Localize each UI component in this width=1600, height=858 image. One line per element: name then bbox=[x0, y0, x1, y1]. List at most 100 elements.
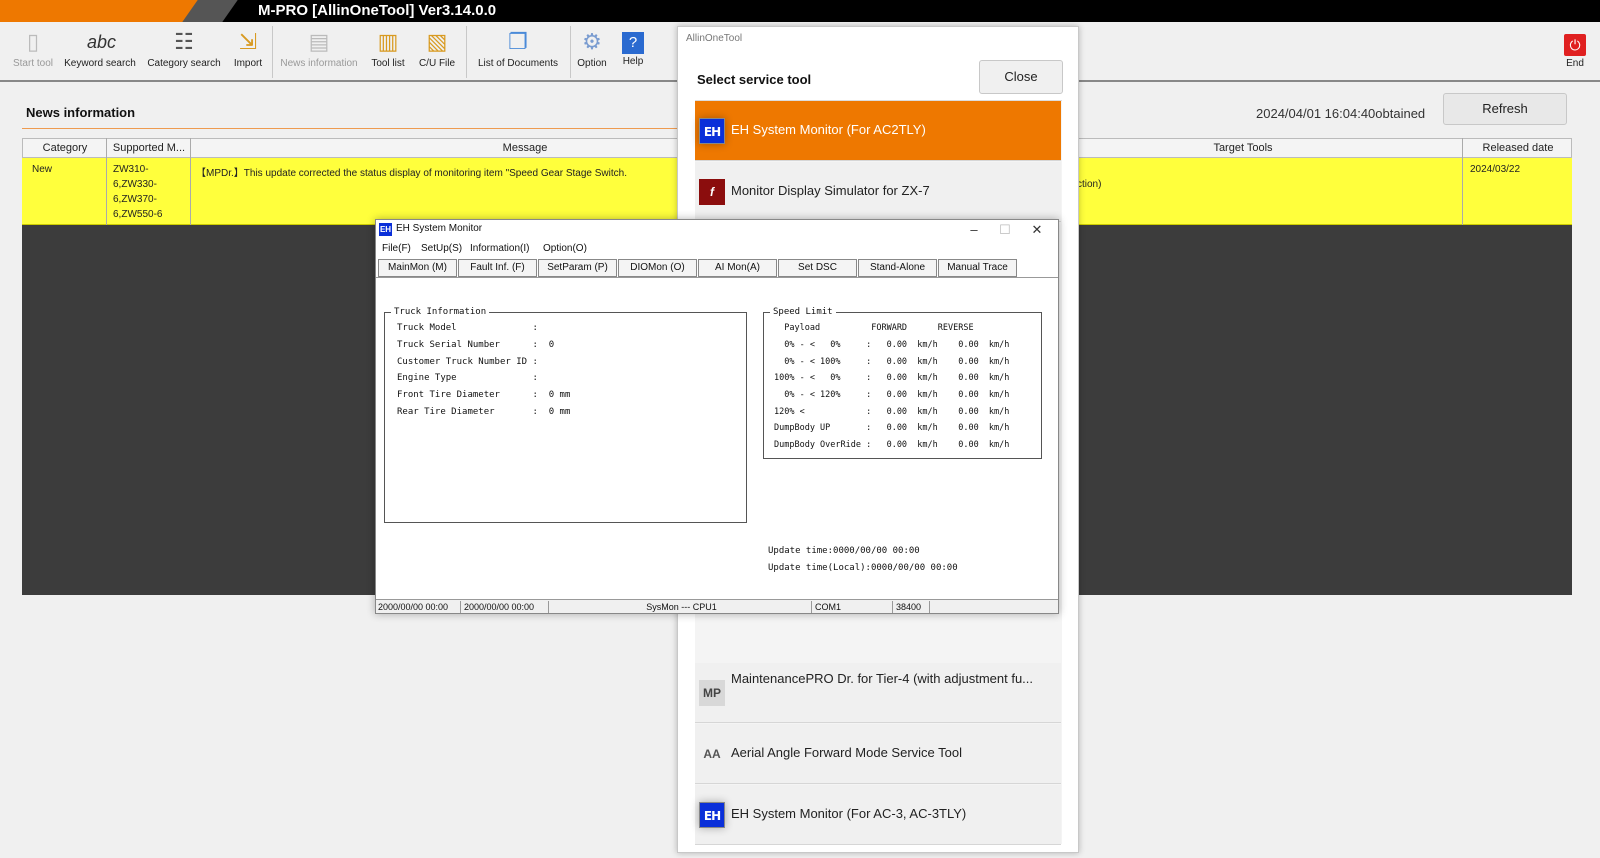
update-time: Update time:0000/00/00 00:00 bbox=[768, 546, 920, 556]
power-icon: ⏻ bbox=[1564, 34, 1586, 56]
speed-limit-row: 120% < : 0.00 km/h 0.00 km/h bbox=[774, 407, 1010, 417]
col-released[interactable]: Released date bbox=[1463, 142, 1573, 154]
eh-icon: EH bbox=[699, 802, 725, 828]
speed-limit-header: Payload FORWARD REVERSE bbox=[774, 323, 974, 333]
import-icon: ⇲ bbox=[238, 29, 258, 54]
tab-stand-alone[interactable]: Stand-Alone bbox=[858, 259, 937, 277]
obtained-timestamp: 2024/04/01 16:04:40obtained bbox=[1256, 106, 1426, 121]
eh-tab-strip: MainMon (M) Fault Inf. (F) SetParam (P) … bbox=[376, 258, 1058, 278]
app-title: M-PRO [AllinOneTool] Ver3.14.0.0 bbox=[258, 2, 497, 19]
row-supported-1: ZW310- bbox=[113, 164, 149, 175]
service-item-eh-ac3[interactable]: EH EH System Monitor (For AC-3, AC-3TLY) bbox=[695, 785, 1061, 845]
category-search-button[interactable]: ☷ Category search bbox=[146, 24, 222, 80]
title-bar: M-PRO [AllinOneTool] Ver3.14.0.0 bbox=[0, 0, 1600, 22]
option-label: Option bbox=[577, 58, 607, 69]
status-date-2: 2000/00/00 00:00 bbox=[462, 601, 549, 613]
menu-information[interactable]: Information(I) bbox=[470, 243, 529, 254]
close-icon[interactable]: ✕ bbox=[1022, 220, 1052, 240]
row-supported-3: 6,ZW370- bbox=[113, 194, 157, 205]
refresh-button[interactable]: Refresh bbox=[1443, 93, 1567, 125]
tool-list-icon: ▥ bbox=[377, 29, 399, 54]
end-button[interactable]: ⏻ End bbox=[1560, 24, 1590, 80]
row-target: ction) bbox=[1077, 179, 1102, 190]
tab-mainmon[interactable]: MainMon (M) bbox=[378, 259, 457, 277]
minimize-button[interactable]: – bbox=[959, 220, 989, 240]
col-target[interactable]: Target Tools bbox=[1023, 142, 1463, 154]
tab-fault-inf[interactable]: Fault Inf. (F) bbox=[458, 259, 537, 277]
tab-diomon[interactable]: DIOMon (O) bbox=[618, 259, 697, 277]
grid-divider bbox=[1462, 138, 1463, 225]
menu-file[interactable]: File(F) bbox=[382, 243, 411, 254]
speed-limit-legend: Speed Limit bbox=[773, 307, 833, 317]
speed-limit-row: DumpBody OverRide : 0.00 km/h 0.00 km/h bbox=[774, 440, 1010, 450]
service-item-label: Monitor Display Simulator for ZX-7 bbox=[731, 183, 930, 198]
menu-setup[interactable]: SetUp(S) bbox=[421, 243, 462, 254]
title-accent bbox=[0, 0, 200, 22]
dialog-title: Select service tool bbox=[697, 72, 812, 87]
service-item-maintenancepro[interactable]: MP MaintenancePRO Dr. for Tier-4 (with a… bbox=[695, 663, 1061, 723]
service-item-label: EH System Monitor (For AC2TLY) bbox=[731, 122, 926, 137]
maintenancepro-icon: MP bbox=[699, 680, 725, 706]
keyword-search-button[interactable]: abc Keyword search bbox=[62, 24, 138, 80]
speed-limit-row: 0% - < 0% : 0.00 km/h 0.00 km/h bbox=[774, 340, 1010, 350]
tab-setparam[interactable]: SetParam (P) bbox=[538, 259, 617, 277]
gear-icon: ⚙ bbox=[582, 29, 602, 54]
front-tire-row: Front Tire Diameter : 0 mm bbox=[397, 390, 571, 400]
row-supported-2: 6,ZW330- bbox=[113, 179, 157, 190]
col-category[interactable]: Category bbox=[23, 142, 107, 154]
maximize-button[interactable]: ☐ bbox=[990, 220, 1020, 240]
help-button[interactable]: ? Help bbox=[616, 24, 650, 80]
list-of-documents-button[interactable]: ❐ List of Documents bbox=[470, 24, 566, 80]
col-supported[interactable]: Supported M... bbox=[107, 142, 191, 154]
status-sysmon: SysMon --- CPU1 bbox=[550, 601, 812, 613]
service-item-eh-ac2tly[interactable]: EH EH System Monitor (For AC2TLY) bbox=[695, 101, 1061, 161]
cu-file-icon: ▧ bbox=[426, 29, 448, 54]
start-tool-icon: ▯ bbox=[26, 29, 40, 54]
news-information-label: News information bbox=[280, 58, 358, 69]
start-tool-button[interactable]: ▯ Start tool bbox=[8, 24, 58, 80]
help-label: Help bbox=[622, 56, 644, 67]
grid-divider bbox=[106, 138, 107, 225]
news-icon: ▤ bbox=[308, 29, 330, 54]
eh-main-body: Truck Information Truck Model : Truck Se… bbox=[376, 279, 1058, 599]
tool-list-button[interactable]: ▥ Tool list bbox=[368, 24, 408, 80]
eh-status-bar: 2000/00/00 00:00 2000/00/00 00:00 SysMon… bbox=[376, 599, 1058, 613]
truck-information-legend: Truck Information bbox=[394, 307, 487, 317]
service-item-aerial-angle[interactable]: AA Aerial Angle Forward Mode Service Too… bbox=[695, 724, 1061, 784]
news-information-button[interactable]: ▤ News information bbox=[276, 24, 362, 80]
service-item-monitor-display-simulator[interactable]: f Monitor Display Simulator for ZX-7 bbox=[695, 162, 1061, 222]
speed-limit-row: 0% - < 100% : 0.00 km/h 0.00 km/h bbox=[774, 357, 1010, 367]
option-button[interactable]: ⚙ Option bbox=[574, 24, 610, 80]
row-message: 【MPDr.】This update corrected the status … bbox=[196, 168, 627, 179]
import-label: Import bbox=[233, 58, 263, 69]
menu-option[interactable]: Option(O) bbox=[543, 243, 587, 254]
toolbar-separator bbox=[466, 26, 467, 78]
tab-manual-trace[interactable]: Manual Trace bbox=[938, 259, 1017, 277]
help-icon: ? bbox=[622, 32, 644, 54]
truck-icon: AA bbox=[703, 747, 721, 761]
import-button[interactable]: ⇲ Import bbox=[228, 24, 268, 80]
status-baud-rate: 38400 bbox=[894, 601, 930, 613]
dialog-caption: AllinOneTool bbox=[686, 33, 743, 44]
flash-icon: f bbox=[699, 179, 725, 205]
row-category: New bbox=[32, 164, 53, 175]
tool-list-label: Tool list bbox=[371, 58, 405, 69]
category-search-icon: ☷ bbox=[174, 29, 194, 54]
status-date-1: 2000/00/00 00:00 bbox=[376, 601, 461, 613]
tab-set-dsc[interactable]: Set DSC bbox=[778, 259, 857, 277]
speed-limit-row: 100% - < 0% : 0.00 km/h 0.00 km/h bbox=[774, 373, 1010, 383]
tab-aimon[interactable]: AI Mon(A) bbox=[698, 259, 777, 277]
app-window: M-PRO [AllinOneTool] Ver3.14.0.0 ▯ Start… bbox=[0, 0, 1600, 858]
row-released: 2024/03/22 bbox=[1470, 164, 1521, 175]
close-button[interactable]: Close bbox=[979, 60, 1063, 94]
toolbar-separator bbox=[570, 26, 571, 78]
eh-icon: EH bbox=[379, 223, 392, 236]
cu-file-button[interactable]: ▧ C/U File bbox=[414, 24, 460, 80]
toolbar-separator bbox=[272, 26, 273, 78]
speed-limit-row: DumpBody UP : 0.00 km/h 0.00 km/h bbox=[774, 423, 1010, 433]
documents-icon: ❐ bbox=[508, 29, 528, 54]
news-divider bbox=[22, 128, 677, 129]
speed-limit-row: 0% - < 120% : 0.00 km/h 0.00 km/h bbox=[774, 390, 1010, 400]
grid-divider bbox=[190, 138, 191, 225]
eh-system-monitor-window: EH EH System Monitor – ☐ ✕ File(F) SetUp… bbox=[375, 219, 1059, 614]
